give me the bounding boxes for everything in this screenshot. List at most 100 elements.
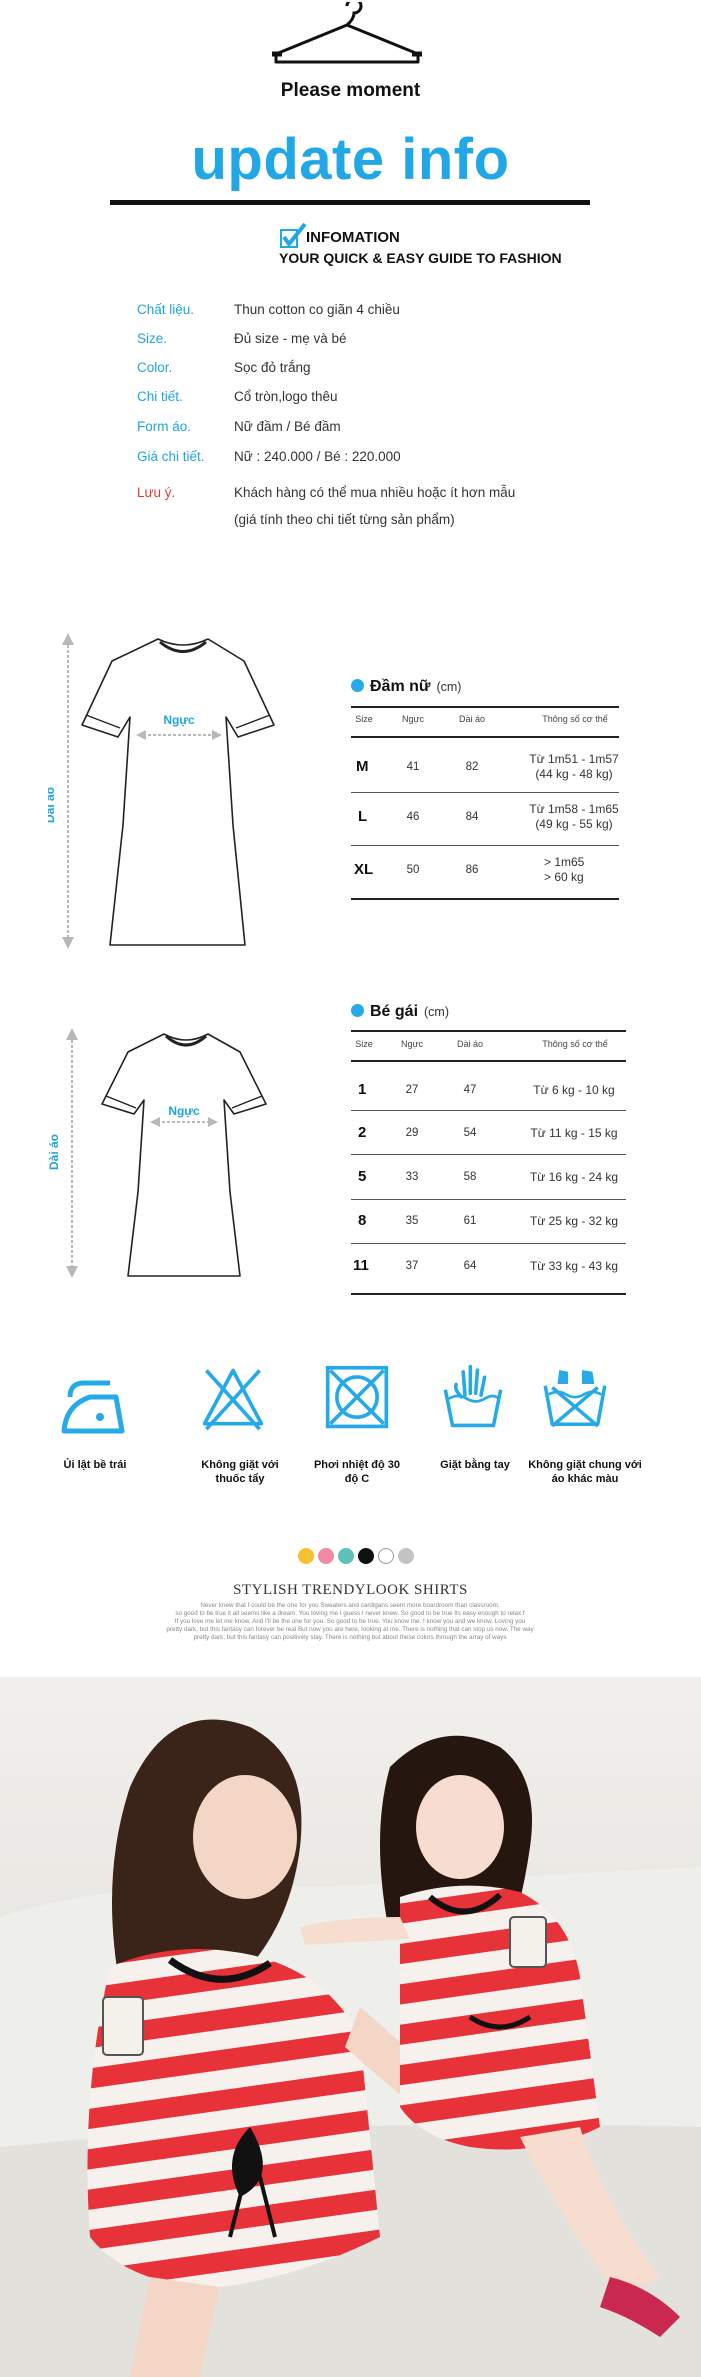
brand-tagline: so good to be true it all seems like a d… [175,1610,525,1617]
table-cell-spec: Từ 16 kg - 24 kg [529,1170,619,1184]
kids-chest-arrow [150,1117,218,1127]
no-bleach-icon [202,1368,264,1431]
color-swatch-teal[interactable] [338,1548,354,1564]
table-rule [351,1060,626,1062]
title-divider [110,200,590,205]
table-cell-size: 2 [358,1124,367,1141]
table-cell-length: 58 [463,1171,477,1183]
women-length-arrow [62,633,74,949]
women-dress-diagram: Ngực Dài áo [48,633,275,949]
table-rule [351,898,619,900]
mother-daughter-photo [0,1677,701,2377]
color-swatch-white[interactable] [378,1548,394,1564]
info-value-price: Nữ : 240.000 / Bé : 220.000 [234,449,401,464]
table-cell-spec: Từ 6 kg - 10 kg [533,1083,615,1097]
table-rule [351,1293,626,1295]
table-rule [351,706,619,708]
table-cell-spec: Từ 1m58 - 1m65 [529,802,619,816]
table-cell-spec: > 60 kg [544,870,584,884]
kids-chest-label: Ngực [168,1104,200,1118]
info-label-note: Lưu ý. [137,485,176,500]
table-cell-chest: 50 [406,864,420,876]
table-rule [351,1243,626,1244]
info-value-note-2: (giá tính theo chi tiết từng sản phẩm) [234,512,455,527]
table-cell-spec: > 1m65 [544,855,585,869]
table-rule [351,736,619,738]
table-cell-spec: (49 kg - 55 kg) [535,817,613,831]
kids-dress-outline [101,1033,267,1277]
table-cell-size: L [358,808,368,825]
col-header-chest: Ngực [400,1039,424,1049]
table-cell-spec: Từ 25 kg - 32 kg [529,1214,619,1228]
col-header-chest: Ngực [401,714,425,724]
women-dress-outline [81,638,275,946]
title-dot-icon [351,1004,364,1017]
brand-tagline: pretty dark, but this fantasy can positi… [193,1634,507,1641]
hand-wash-icon [443,1364,503,1428]
women-chest-arrow [136,730,222,740]
table-cell-length: 82 [465,761,479,773]
table-rule [351,1110,626,1111]
women-chest-label: Ngực [163,713,195,727]
table-rule [351,1154,626,1155]
table-cell-length: 86 [465,864,479,876]
table-cell-spec: Từ 1m51 - 1m57 [529,752,619,766]
table-cell-length: 47 [463,1084,477,1096]
table-cell-length: 54 [463,1127,477,1139]
table-cell-size: XL [354,861,374,878]
info-value-note: Khách hàng có thể mua nhiều hoặc ít hơn … [234,485,516,500]
table-cell-length: 84 [465,811,479,823]
table-cell-size: 1 [358,1081,367,1098]
guide-line: YOUR QUICK & EASY GUIDE TO FASHION [279,250,562,266]
table-cell-chest: 29 [405,1127,419,1139]
color-swatch-pink[interactable] [318,1548,334,1564]
color-swatch-black[interactable] [358,1548,374,1564]
brand-tagline: Never knew that I could be the one for y… [200,1602,500,1609]
care-label-hand-wash: Giặt bằng tay [440,1459,510,1471]
care-label-iron: Ủi lật bề trái [63,1459,127,1471]
table-rule [351,792,619,793]
brand-tagline: If you love me let me know. And I'll be … [174,1618,526,1625]
table-rule [351,1199,626,1200]
col-header-size: Size [355,714,373,724]
table-rule [351,845,619,846]
women-table-title: Đầm nữ (cm) [351,678,461,696]
kids-dress-diagram: Ngực Dài áo [48,1028,267,1278]
table-rule [351,1030,626,1032]
info-value-detail: Cổ tròn,logo thêu [234,389,338,404]
table-cell-chest: 27 [405,1084,419,1096]
info-value-size: Đủ size - mẹ và bé [234,331,347,346]
table-cell-spec: Từ 11 kg - 15 kg [530,1126,618,1140]
kids-length-arrow [66,1028,78,1278]
no-wash-together-icon [543,1370,607,1428]
info-label-price: Giá chi tiết. [137,449,205,464]
table-cell-spec: Từ 33 kg - 43 kg [529,1259,619,1273]
table-cell-spec: (44 kg - 48 kg) [535,767,613,781]
product-photo [0,1677,701,2377]
table-cell-chest: 35 [405,1215,419,1227]
table-cell-chest: 37 [405,1260,419,1272]
iron-icon [61,1380,125,1434]
care-label-no-bleach: Không giặt với thuốc tẩy [201,1459,279,1485]
women-length-label: Dài áo [48,787,57,823]
care-label-dry: Phơi nhiệt độ 30 độ C [313,1459,401,1485]
info-value-form: Nữ đầm / Bé đầm [234,419,341,434]
info-label-detail: Chi tiết. [137,389,183,404]
check-icon [280,222,307,248]
kids-length-label: Dài áo [48,1134,61,1170]
color-swatch-yellow[interactable] [298,1548,314,1564]
table-cell-chest: 41 [406,761,420,773]
info-value-color: Sọc đỏ trắng [234,360,311,375]
brand-tagline: pretty dark, but this fantasy can foreve… [166,1626,534,1633]
info-label-size: Size. [137,331,168,346]
table-cell-chest: 46 [406,811,420,823]
col-header-size: Size [355,1039,373,1049]
col-header-spec: Thông số cơ thể [542,1039,608,1049]
col-header-spec: Thông số cơ thể [542,714,608,724]
info-label-color: Color. [137,360,173,375]
table-cell-size: 11 [353,1257,369,1274]
color-swatch-gray[interactable] [398,1548,414,1564]
table-cell-size: 8 [358,1212,367,1229]
kids-table-title: Bé gái (cm) [351,1003,449,1021]
table-cell-chest: 33 [405,1171,419,1183]
